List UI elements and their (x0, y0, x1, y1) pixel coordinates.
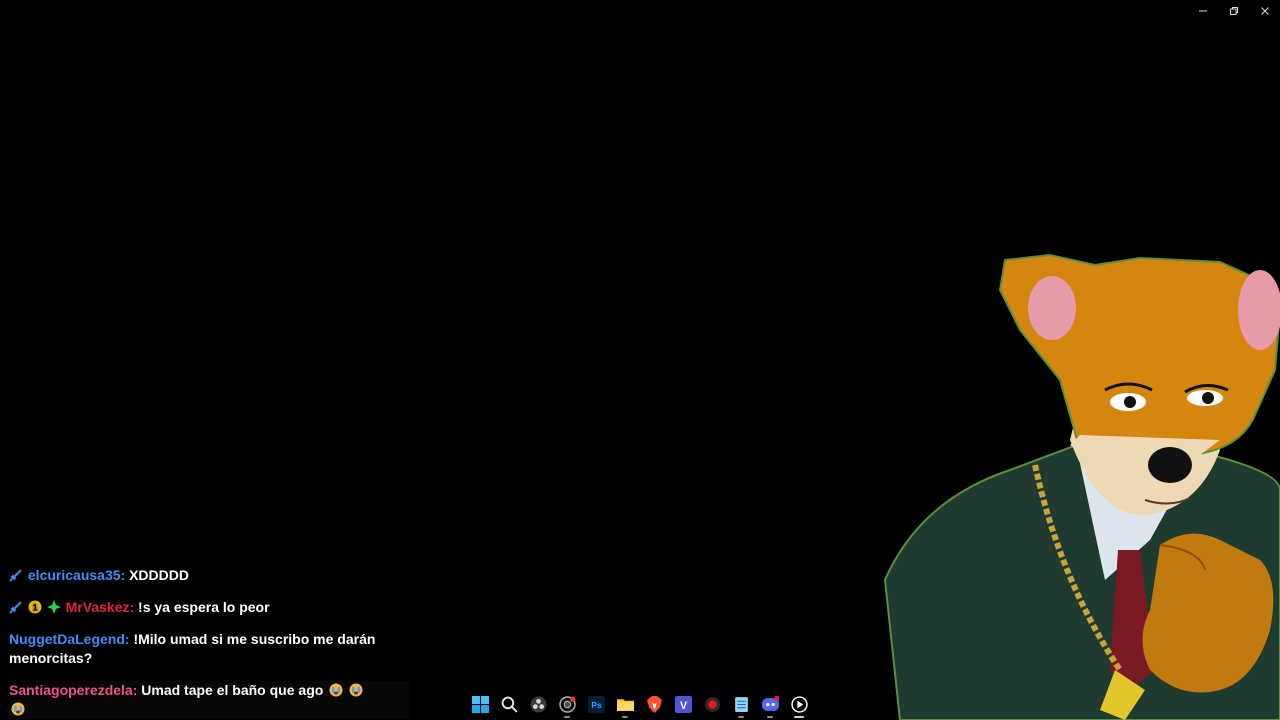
svg-text:V: V (680, 699, 687, 711)
photoshop-button[interactable]: Ps (582, 689, 611, 719)
gold-one-badge-icon: 1 (28, 600, 42, 614)
window-controls (1187, 0, 1280, 22)
windows-start-icon (472, 695, 489, 713)
running-indicator (767, 716, 773, 718)
chat-message: 1 MrVaskez: !s ya espera lo peor (9, 598, 409, 617)
chat-text: !s ya espera lo peor (138, 599, 270, 615)
chat-username[interactable]: MrVaskez: (66, 599, 134, 615)
obs-icon (530, 696, 547, 712)
recorder-button[interactable] (698, 689, 727, 719)
chat-username[interactable]: elcuricausa35: (28, 567, 125, 583)
chat-username[interactable]: NuggetDaLegend: (9, 631, 130, 647)
running-indicator (794, 716, 804, 718)
close-icon (1260, 7, 1269, 15)
minimize-button[interactable] (1187, 0, 1218, 22)
search-button[interactable] (495, 689, 524, 719)
photoshop-icon: Ps (588, 695, 605, 713)
obs-button[interactable] (524, 689, 553, 719)
brave-icon (647, 695, 662, 713)
svg-text:1: 1 (32, 603, 37, 613)
close-button[interactable] (1249, 0, 1280, 22)
streamer-avatar (883, 253, 1280, 720)
taskbar: Ps V (0, 688, 870, 720)
discord-button[interactable] (756, 689, 785, 719)
running-indicator (564, 716, 570, 718)
start-button[interactable] (466, 689, 495, 719)
chat-message: NuggetDaLegend: !Milo umad si me suscrib… (9, 630, 409, 668)
running-indicator (622, 716, 628, 718)
chat-message: elcuricausa35: XDDDDD (9, 566, 409, 585)
search-icon (501, 696, 518, 713)
media-player-icon (791, 695, 808, 713)
notepad-icon (735, 696, 748, 712)
minimize-icon (1198, 10, 1207, 12)
restore-icon (1229, 7, 1238, 15)
discord-icon (762, 695, 779, 711)
notepad-button[interactable] (727, 689, 756, 719)
brave-button[interactable] (640, 689, 669, 719)
chat-text: XDDDDD (129, 567, 189, 583)
taskbar-icons: Ps V (466, 688, 814, 720)
vegas-button[interactable]: V (669, 689, 698, 719)
green-gem-badge-icon (46, 600, 61, 614)
sword-badge-icon (9, 569, 22, 582)
running-indicator (738, 716, 744, 718)
svg-text:Ps: Ps (591, 700, 602, 710)
chrome-button[interactable] (553, 689, 582, 719)
restore-button[interactable] (1218, 0, 1249, 22)
chrome-icon (559, 695, 576, 713)
vegas-icon: V (675, 695, 692, 713)
sword-badge-icon (9, 601, 22, 614)
media-player-button[interactable] (785, 689, 814, 719)
record-icon (705, 696, 720, 712)
file-explorer-icon (617, 698, 634, 711)
file-explorer-button[interactable] (611, 689, 640, 719)
